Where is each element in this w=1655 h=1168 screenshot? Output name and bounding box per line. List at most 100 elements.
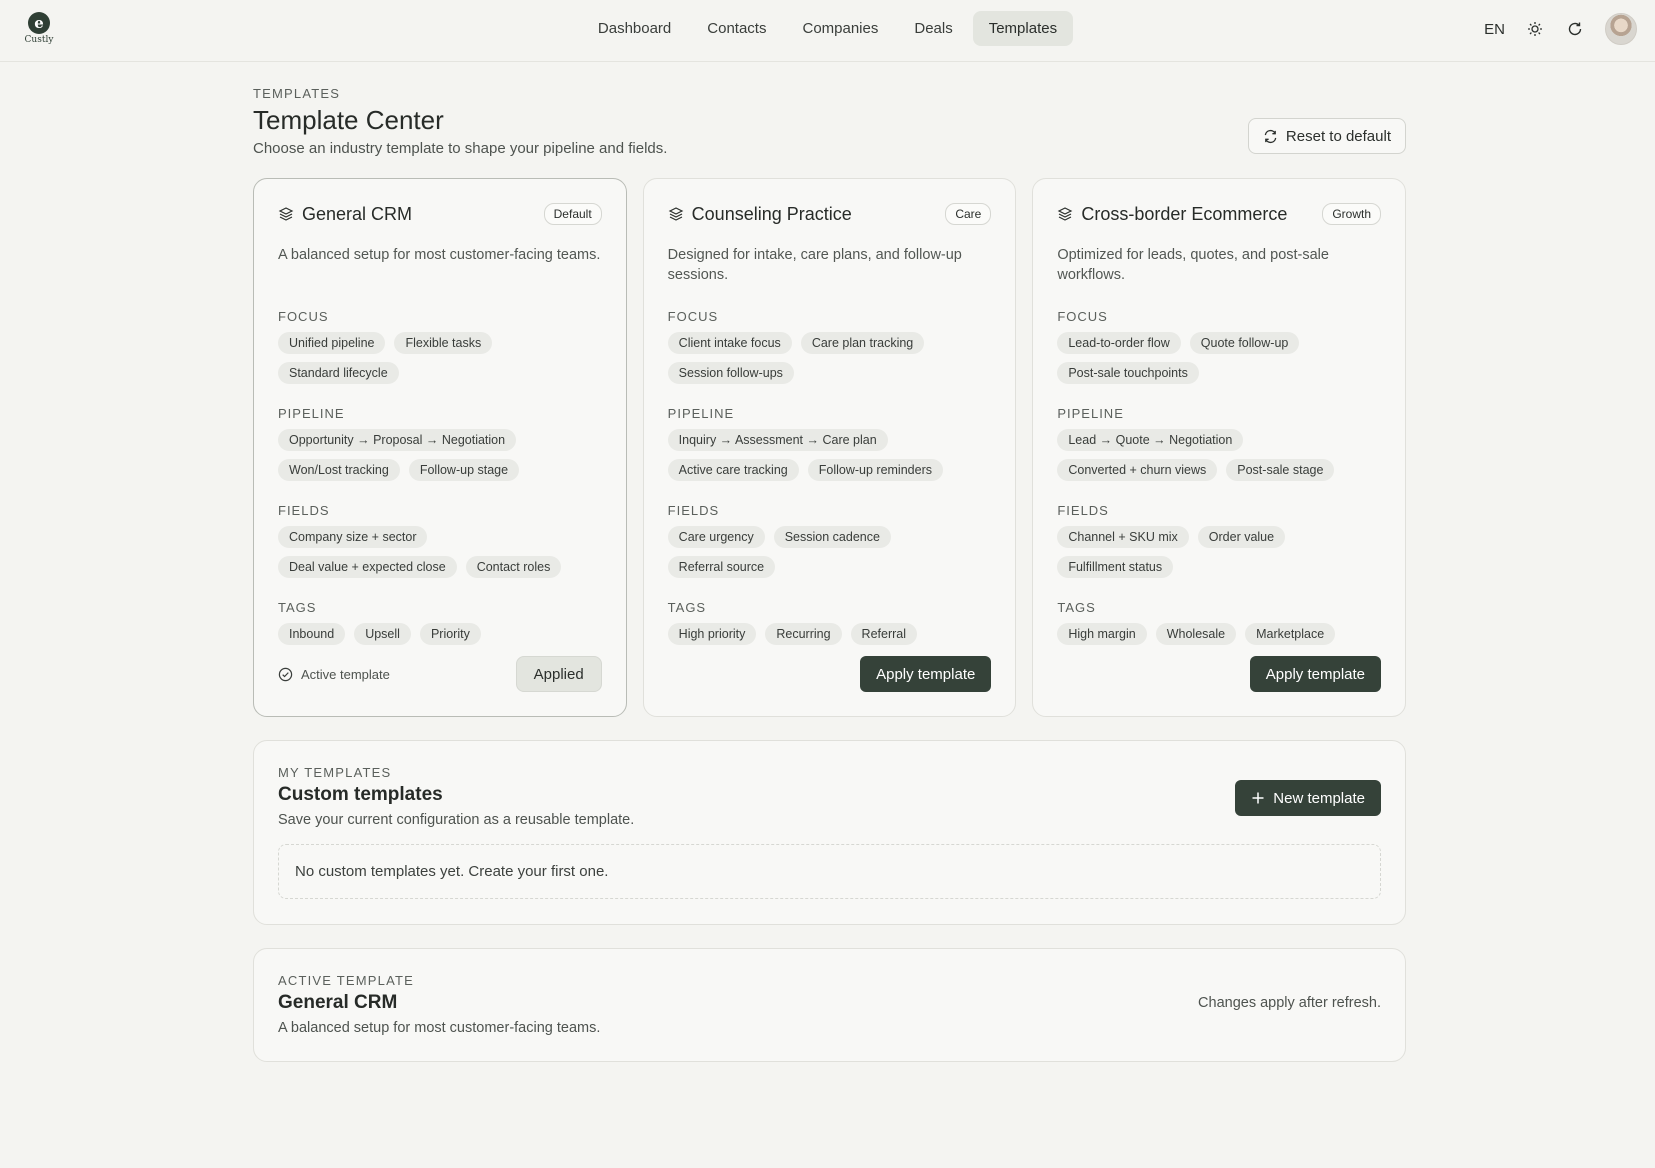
page-title: Template Center bbox=[253, 105, 444, 135]
fields-chips: Care urgency Session cadence Referral so… bbox=[667, 526, 992, 578]
template-badge: Default bbox=[543, 203, 602, 225]
nav-contacts[interactable]: Contacts bbox=[691, 11, 782, 46]
refresh-icon bbox=[1568, 22, 1582, 36]
nav-actions: EN bbox=[1484, 13, 1637, 45]
chip: Inquiry → Assessment → Care plan bbox=[667, 429, 888, 451]
changes-note: Changes apply after refresh. bbox=[1198, 995, 1381, 1011]
chip: Lead → Quote → Negotiation bbox=[1057, 429, 1244, 451]
template-card-counseling-practice[interactable]: Counseling Practice Care Designed for in… bbox=[642, 178, 1017, 717]
template-badge: Care bbox=[945, 203, 992, 225]
pipeline-label: PIPELINE bbox=[1057, 406, 1124, 421]
chip: Recurring bbox=[765, 623, 842, 645]
card-description: Designed for intake, care plans, and fol… bbox=[667, 247, 962, 283]
tags-label: TAGS bbox=[1057, 600, 1096, 615]
language-switch[interactable]: EN bbox=[1484, 21, 1505, 38]
template-cards: General CRM Default A balanced setup for… bbox=[253, 178, 1407, 717]
layers-icon bbox=[278, 207, 294, 221]
chip: Fulfillment status bbox=[1057, 556, 1174, 578]
layers-icon bbox=[1058, 207, 1073, 221]
chip: Follow-up stage bbox=[408, 459, 520, 481]
chip: Wholesale bbox=[1155, 623, 1237, 645]
chip: Session follow-ups bbox=[667, 362, 794, 384]
chip: High priority bbox=[667, 623, 757, 645]
template-badge: Growth bbox=[1322, 203, 1382, 225]
my-templates-panel: MY TEMPLATES Custom templates Save your … bbox=[253, 740, 1406, 925]
page-header: TEMPLATES Template Center Choose an indu… bbox=[253, 86, 1406, 157]
tags-label: TAGS bbox=[667, 600, 707, 615]
card-title: General CRM bbox=[302, 203, 413, 224]
pipeline-chips: Lead → Quote → Negotiation Converted + c… bbox=[1057, 429, 1381, 481]
chip: Inbound bbox=[278, 623, 346, 645]
my-templates-eyebrow: MY TEMPLATES bbox=[278, 765, 392, 780]
chip: Post-sale stage bbox=[1226, 459, 1335, 481]
layers-icon bbox=[668, 207, 684, 221]
chip: Post-sale touchpoints bbox=[1057, 362, 1199, 384]
card-title: Cross-border Ecommerce bbox=[1081, 203, 1288, 224]
chip: Care urgency bbox=[667, 526, 765, 548]
active-template-eyebrow: ACTIVE TEMPLATE bbox=[278, 973, 414, 988]
chip: Referral bbox=[850, 623, 918, 645]
tags-chips: High priority Recurring Referral bbox=[667, 623, 992, 645]
chip: Order value bbox=[1197, 526, 1286, 548]
chip: Marketplace bbox=[1245, 623, 1336, 645]
page-subtitle: Choose an industry template to shape you… bbox=[253, 140, 668, 157]
tags-chips: High margin Wholesale Marketplace bbox=[1057, 623, 1381, 645]
card-title: Counseling Practice bbox=[691, 203, 852, 224]
apply-template-button[interactable]: Apply template bbox=[1249, 656, 1382, 692]
fields-label: FIELDS bbox=[278, 503, 330, 518]
focus-chips: Lead-to-order flow Quote follow-up Post-… bbox=[1057, 332, 1381, 384]
active-template-note: Active template bbox=[278, 667, 390, 682]
nav-templates[interactable]: Templates bbox=[972, 11, 1074, 46]
reset-icon bbox=[1264, 129, 1277, 143]
tags-chips: Inbound Upsell Priority bbox=[278, 623, 602, 645]
chip: Client intake focus bbox=[667, 332, 792, 354]
nav-dashboard[interactable]: Dashboard bbox=[582, 11, 687, 46]
main-nav: Dashboard Contacts Companies Deals Templ… bbox=[0, 11, 1655, 46]
user-avatar[interactable] bbox=[1605, 13, 1637, 45]
chip: Priority bbox=[419, 623, 481, 645]
theme-toggle[interactable] bbox=[1525, 19, 1545, 39]
active-template-subtitle: A balanced setup for most customer-facin… bbox=[278, 1020, 601, 1036]
check-circle-icon bbox=[278, 667, 293, 681]
nav-companies[interactable]: Companies bbox=[786, 11, 894, 46]
pipeline-chips: Inquiry → Assessment → Care plan Active … bbox=[667, 429, 992, 481]
fields-chips: Channel + SKU mix Order value Fulfillmen… bbox=[1057, 526, 1381, 578]
tags-label: TAGS bbox=[278, 600, 317, 615]
template-card-cross-border-ecommerce[interactable]: Cross-border Ecommerce Growth Optimized … bbox=[1032, 178, 1407, 717]
template-card-general-crm[interactable]: General CRM Default A balanced setup for… bbox=[253, 178, 627, 717]
pipeline-chips: Opportunity → Proposal → Negotiation Won… bbox=[278, 429, 602, 481]
empty-state: No custom templates yet. Create your fir… bbox=[278, 844, 1381, 899]
applied-button[interactable]: Applied bbox=[515, 656, 602, 692]
chip: Quote follow-up bbox=[1189, 332, 1300, 354]
chip: Company size + sector bbox=[278, 526, 428, 548]
active-note-text: Active template bbox=[301, 666, 390, 682]
chip: Active care tracking bbox=[667, 459, 799, 481]
focus-chips: Client intake focus Care plan tracking S… bbox=[667, 332, 992, 384]
fields-chips: Company size + sector Deal value + expec… bbox=[278, 526, 602, 578]
card-description: A balanced setup for most customer-facin… bbox=[278, 247, 601, 263]
chip: Standard lifecycle bbox=[278, 362, 399, 384]
my-templates-subtitle: Save your current configuration as a reu… bbox=[278, 812, 635, 828]
chip: Deal value + expected close bbox=[278, 556, 457, 578]
chip: Opportunity → Proposal → Negotiation bbox=[278, 429, 517, 451]
nav-deals[interactable]: Deals bbox=[898, 11, 968, 46]
focus-label: FOCUS bbox=[278, 309, 329, 324]
chip: Converted + churn views bbox=[1057, 459, 1218, 481]
fields-label: FIELDS bbox=[1057, 503, 1109, 518]
pipeline-label: PIPELINE bbox=[667, 406, 735, 421]
chip: Contact roles bbox=[465, 556, 562, 578]
new-template-button[interactable]: New template bbox=[1235, 780, 1381, 816]
chip: Lead-to-order flow bbox=[1057, 332, 1181, 354]
pipeline-label: PIPELINE bbox=[278, 406, 345, 421]
new-template-label: New template bbox=[1273, 789, 1365, 807]
chip: Follow-up reminders bbox=[807, 459, 943, 481]
refresh-button[interactable] bbox=[1565, 19, 1585, 39]
reset-to-default-button[interactable]: Reset to default bbox=[1247, 118, 1406, 154]
sun-icon bbox=[1528, 22, 1542, 36]
top-bar: e Custly Dashboard Contacts Companies De… bbox=[0, 0, 1655, 62]
fields-label: FIELDS bbox=[667, 503, 720, 518]
chip: Unified pipeline bbox=[278, 332, 386, 354]
chip: Care plan tracking bbox=[800, 332, 925, 354]
apply-template-button[interactable]: Apply template bbox=[860, 656, 992, 692]
focus-chips: Unified pipeline Flexible tasks Standard… bbox=[278, 332, 602, 384]
